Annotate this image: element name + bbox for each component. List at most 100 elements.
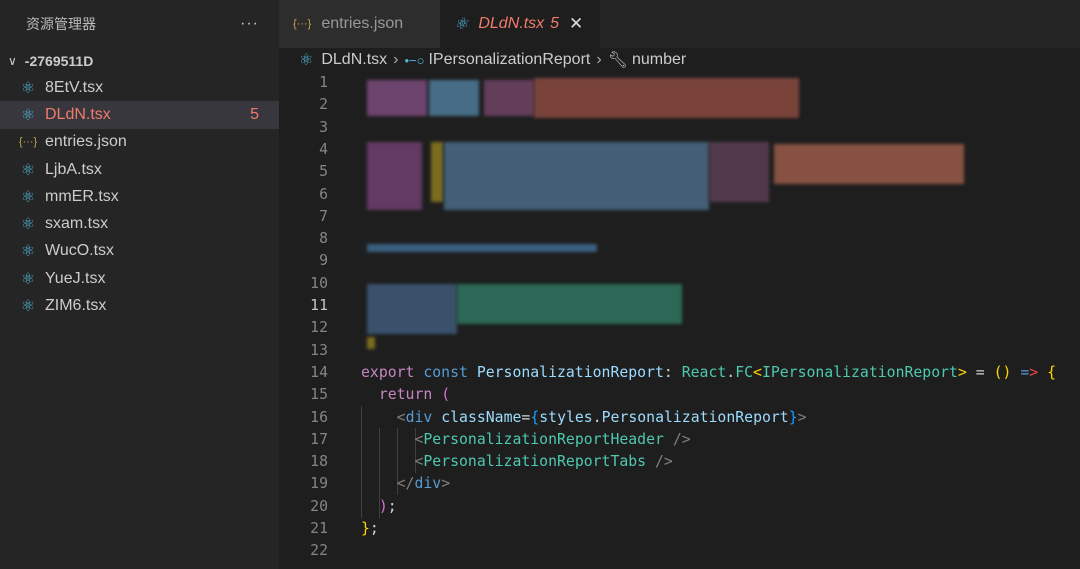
code-line: 14 export const PersonalizationReport: Re… xyxy=(279,362,1080,384)
tab-label: entries.json xyxy=(321,15,404,32)
file-item[interactable]: ⚛ sxam.tsx xyxy=(0,210,279,237)
code-line: 8 xyxy=(279,228,1080,250)
code-line: 2 xyxy=(279,94,1080,116)
code-token: < xyxy=(396,408,406,426)
folder-root[interactable]: ∨ -2769511D xyxy=(0,48,279,74)
code-token: PersonalizationReport xyxy=(476,363,664,381)
code-line: 11 xyxy=(279,295,1080,317)
code-line: 22 xyxy=(279,540,1080,562)
code-token: { xyxy=(530,408,540,426)
file-item[interactable]: {···} entries.json xyxy=(0,129,279,156)
code-line: 19 </div> xyxy=(279,473,1080,495)
editor-tabs: {···} entries.json ⚛ DLdN.tsx 5 ✕ xyxy=(279,0,1080,48)
code-token: ; xyxy=(387,497,397,515)
tab-entries-json[interactable]: {···} entries.json xyxy=(279,0,440,48)
code-token: > xyxy=(797,408,807,426)
code-editor[interactable]: 1 2 3 4 5 6 7 8 9 10 11 12 13 14 export const Personal… xyxy=(279,72,1080,569)
more-actions-button[interactable]: ··· xyxy=(240,15,259,33)
json-icon: {···} xyxy=(18,136,38,149)
file-name: 8EtV.tsx xyxy=(45,78,104,96)
code-line: 16 <div className={styles.Personalizatio… xyxy=(279,407,1080,429)
react-icon: ⚛ xyxy=(20,79,36,97)
file-name: YueJ.tsx xyxy=(45,269,106,287)
line-number: 11 xyxy=(310,297,328,314)
code-text: </div> xyxy=(361,473,450,495)
file-item[interactable]: ⚛ ZIM6.tsx xyxy=(0,292,279,319)
breadcrumb-file[interactable]: DLdN.tsx xyxy=(321,51,387,69)
code-token: const xyxy=(423,363,477,381)
close-icon[interactable]: ✕ xyxy=(569,14,583,34)
code-text: export const PersonalizationReport: Reac… xyxy=(361,362,1056,384)
explorer-header: 资源管理器 ··· xyxy=(0,0,279,48)
code-token: PersonalizationReport xyxy=(601,408,789,426)
file-name: ZIM6.tsx xyxy=(45,297,107,315)
code-text: <div className={styles.PersonalizationRe… xyxy=(361,407,807,429)
code-token: > xyxy=(441,475,451,493)
react-icon: ⚛ xyxy=(20,243,36,261)
code-token: /> xyxy=(672,430,691,448)
file-item[interactable]: ⚛ 8EtV.tsx xyxy=(0,74,279,101)
breadcrumb-interface[interactable]: IPersonalizationReport xyxy=(428,51,590,69)
interface-icon: •−○ xyxy=(404,52,425,68)
code-token: export xyxy=(361,363,424,381)
code-token: div xyxy=(414,475,442,493)
code-line: 18 <PersonalizationReportTabs /> xyxy=(279,451,1080,473)
file-name: DLdN.tsx xyxy=(45,105,111,123)
code-line: 12 xyxy=(279,317,1080,339)
code-token: } xyxy=(361,520,370,537)
code-line: 15 return ( xyxy=(279,384,1080,406)
code-token: . xyxy=(592,408,602,426)
code-token: < xyxy=(753,363,762,381)
code-text: ); xyxy=(361,496,397,518)
tab-label: DLdN.tsx xyxy=(478,15,545,32)
react-icon: ⚛ xyxy=(20,106,36,124)
breadcrumb: ⚛ DLdN.tsx › •−○ IPersonalizationReport … xyxy=(279,48,1080,72)
code-line: 6 xyxy=(279,184,1080,206)
line-number: 2 xyxy=(319,96,328,114)
breadcrumb-property[interactable]: number xyxy=(632,51,686,69)
chevron-down-icon: ∨ xyxy=(8,54,17,68)
code-line: 10 xyxy=(279,273,1080,295)
line-number: 20 xyxy=(310,497,328,515)
file-item[interactable]: ⚛ LjbA.tsx xyxy=(0,156,279,183)
react-icon: ⚛ xyxy=(299,52,314,69)
code-line: 4 xyxy=(279,139,1080,161)
file-item[interactable]: ⚛ YueJ.tsx xyxy=(0,265,279,292)
file-item[interactable]: ⚛ DLdN.tsx 5 xyxy=(0,101,279,129)
code-token: div xyxy=(405,408,433,426)
code-text: <PersonalizationReportHeader /> xyxy=(361,429,691,451)
file-item[interactable]: ⚛ mmER.tsx xyxy=(0,183,279,210)
code-line: 20 ); xyxy=(279,496,1080,518)
code-token: </ xyxy=(396,475,415,493)
code-token: ( xyxy=(441,386,451,404)
code-line: 13 xyxy=(279,340,1080,362)
tab-DLdN-tsx[interactable]: ⚛ DLdN.tsx 5 ✕ xyxy=(440,0,600,48)
code-line: 17 <PersonalizationReportHeader /> xyxy=(279,429,1080,451)
line-number: 16 xyxy=(310,408,328,426)
code-token: > xyxy=(1029,363,1039,381)
line-number: 4 xyxy=(319,140,328,158)
code-token: = xyxy=(1020,363,1030,381)
code-token: > xyxy=(957,363,967,381)
file-item[interactable]: ⚛ WucO.tsx xyxy=(0,238,279,265)
line-number: 3 xyxy=(319,118,328,136)
code-token: ; xyxy=(369,520,379,537)
react-icon: ⚛ xyxy=(454,16,469,33)
code-token: PersonalizationReportHeader xyxy=(423,430,664,448)
code-token: className xyxy=(441,408,522,426)
line-number: 21 xyxy=(310,520,328,537)
react-icon: ⚛ xyxy=(20,216,36,234)
line-number: 7 xyxy=(319,207,328,225)
problem-count-badge: 5 xyxy=(250,105,259,123)
react-icon: ⚛ xyxy=(20,161,36,179)
folder-label: -2769511D xyxy=(24,53,94,69)
line-number: 19 xyxy=(310,475,328,493)
line-number: 17 xyxy=(310,430,328,448)
code-line: 1 xyxy=(279,72,1080,94)
